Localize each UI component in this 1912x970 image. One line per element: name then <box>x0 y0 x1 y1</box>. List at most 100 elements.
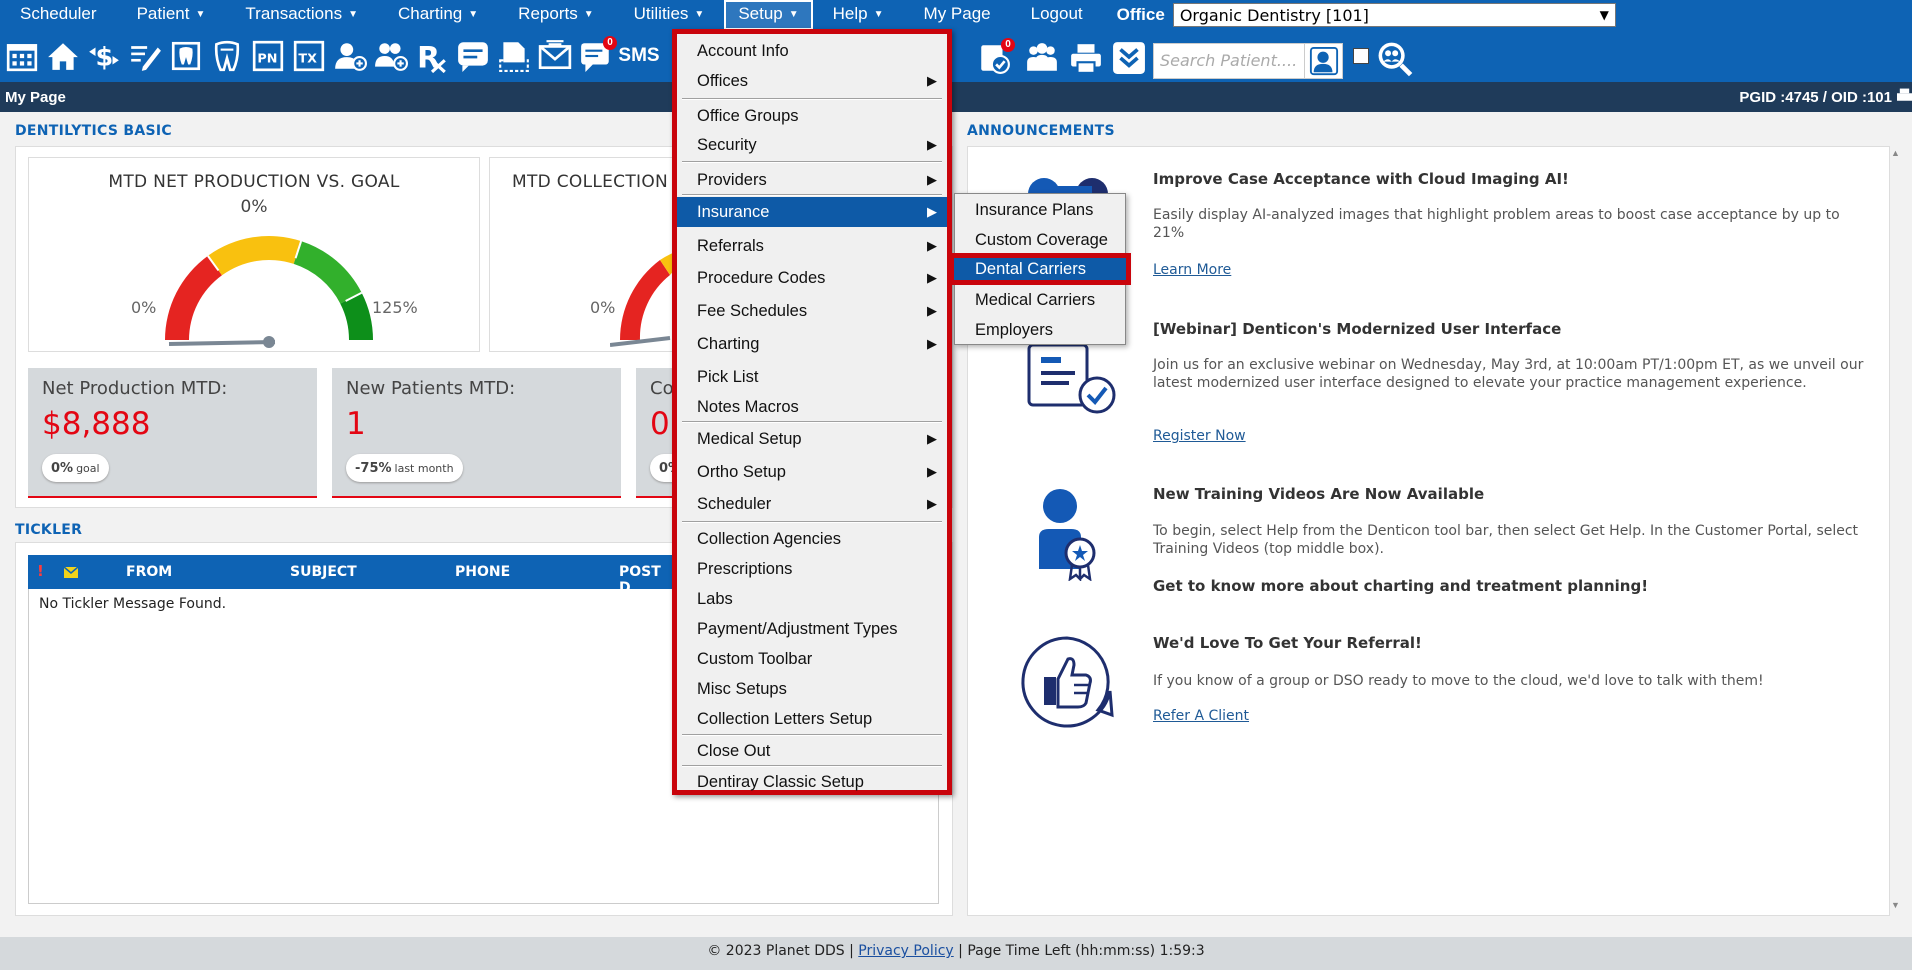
setup-item-pick-list[interactable]: Pick List <box>677 362 947 392</box>
insurance-item-dental-carriers[interactable]: Dental Carriers <box>949 253 1131 285</box>
setup-item-referrals[interactable]: Referrals ▶ <box>677 231 947 261</box>
add-family-icon[interactable] <box>373 36 409 76</box>
scroll-up-icon[interactable]: ▲ <box>1891 148 1912 158</box>
menu-logout[interactable]: Logout <box>1011 0 1103 30</box>
setup-item-procedure-codes[interactable]: Procedure Codes ▶ <box>677 263 947 293</box>
register-now-link[interactable]: Register Now <box>1153 428 1246 444</box>
add-patient-icon[interactable] <box>332 36 368 76</box>
dentilytics-section-title: DENTILYTICS BASIC <box>15 123 172 139</box>
edit-notes-icon[interactable] <box>127 36 163 76</box>
setup-item-payment-adjustment-types[interactable]: Payment/Adjustment Types <box>677 614 947 644</box>
messages-badge: 0 <box>603 36 617 50</box>
setup-item-offices[interactable]: Offices ▶ <box>677 66 947 96</box>
chevron-right-icon: ▶ <box>927 137 937 152</box>
menu-setup[interactable]: Setup ▼ <box>724 0 813 30</box>
kpi-pill: 0% <box>650 454 672 482</box>
home-icon[interactable] <box>45 36 81 76</box>
svg-text:PN: PN <box>257 51 277 66</box>
dollar-transfer-icon[interactable]: $ <box>86 36 122 76</box>
gauge-percentage: 0% <box>240 197 268 217</box>
printer-icon[interactable] <box>1068 38 1104 78</box>
announcement-body: Join us for an exclusive webinar on Wedn… <box>1153 357 1864 391</box>
mail-icon[interactable] <box>537 36 573 76</box>
menu-reports[interactable]: Reports ▼ <box>498 0 613 30</box>
tickler-section-title: TICKLER <box>15 522 83 538</box>
tooth-icon[interactable] <box>209 36 245 76</box>
setup-item-close-out[interactable]: Close Out <box>677 736 947 766</box>
toolbar: $ PN TX R 0 SMS 0 Search Patient.... <box>0 30 1912 82</box>
kpi-value: 0 <box>650 406 670 442</box>
setup-item-office-groups[interactable]: Office Groups <box>677 101 947 131</box>
advanced-search-icon[interactable] <box>1375 39 1413 82</box>
menu-utilities[interactable]: Utilities ▼ <box>614 0 725 30</box>
progress-notes-icon[interactable]: PN <box>250 36 286 76</box>
menu-transactions[interactable]: Transactions ▼ <box>225 0 378 30</box>
clipboard-badge: 0 <box>1001 38 1015 52</box>
messages-icon[interactable]: 0 <box>578 36 617 76</box>
group-users-icon[interactable] <box>1024 38 1060 78</box>
chevron-down-icon: ▼ <box>788 9 799 20</box>
setup-item-collection-agencies[interactable]: Collection Agencies <box>677 524 947 554</box>
setup-item-fee-schedules[interactable]: Fee Schedules ▶ <box>677 296 947 326</box>
setup-item-labs[interactable]: Labs <box>677 584 947 614</box>
search-checkbox[interactable] <box>1353 47 1369 64</box>
column-from[interactable]: FROM <box>126 564 172 580</box>
announcement-body: If you know of a group or DSO ready to m… <box>1153 673 1764 689</box>
search-user-icon <box>1309 46 1338 75</box>
announcements-section-title: ANNOUNCEMENTS <box>967 123 1115 139</box>
setup-item-collection-letters-setup[interactable]: Collection Letters Setup <box>677 704 947 734</box>
menu-scheduler[interactable]: Scheduler <box>0 0 117 30</box>
kpi-label: Co <box>650 378 672 399</box>
menu-charting[interactable]: Charting ▼ <box>378 0 498 30</box>
setup-item-misc-setups[interactable]: Misc Setups <box>677 674 947 704</box>
chevron-right-icon: ▶ <box>927 238 937 253</box>
privacy-policy-link[interactable]: Privacy Policy <box>858 943 953 959</box>
setup-item-insurance[interactable]: Insurance ▶ <box>677 197 947 227</box>
column-phone[interactable]: PHONE <box>455 564 510 580</box>
prescription-icon[interactable]: R <box>414 36 450 76</box>
refer-client-link[interactable]: Refer A Client <box>1153 708 1249 724</box>
notes-icon[interactable] <box>455 36 491 76</box>
setup-item-providers[interactable]: Providers ▶ <box>677 165 947 195</box>
insurance-item-custom-coverage[interactable]: Custom Coverage <box>955 226 1125 254</box>
checklist-icon <box>1025 343 1120 420</box>
setup-item-prescriptions[interactable]: Prescriptions <box>677 554 947 584</box>
chevron-right-icon: ▶ <box>927 464 937 479</box>
setup-item-account-info[interactable]: Account Info <box>677 36 947 66</box>
tooth-chart-icon[interactable] <box>168 36 204 76</box>
clipboard-check-icon[interactable]: 0 <box>976 38 1015 78</box>
setup-item-ortho-setup[interactable]: Ortho Setup ▶ <box>677 457 947 487</box>
calendar-icon[interactable] <box>4 36 40 76</box>
setup-item-charting[interactable]: Charting ▶ <box>677 329 947 359</box>
insurance-item-insurance-plans[interactable]: Insurance Plans <box>955 196 1125 224</box>
insurance-item-medical-carriers[interactable]: Medical Carriers <box>955 286 1125 314</box>
setup-item-notes-macros[interactable]: Notes Macros <box>677 392 947 422</box>
training-award-icon <box>1037 489 1102 586</box>
office-label: Office <box>1116 5 1165 24</box>
print-forms-icon[interactable] <box>496 36 532 76</box>
announcement-body: To begin, select Help from the Denticon … <box>1153 523 1859 557</box>
setup-item-custom-toolbar[interactable]: Custom Toolbar <box>677 644 947 674</box>
menu-my-page[interactable]: My Page <box>904 0 1011 30</box>
patient-search-button[interactable] <box>1305 42 1343 79</box>
column-post-date[interactable]: POST D <box>619 564 672 596</box>
footer-time-left: | Page Time Left (hh:mm:ss) 1:59:3 <box>953 943 1205 959</box>
gauge-min-label: 0% <box>590 298 616 317</box>
insurance-item-employers[interactable]: Employers <box>955 316 1125 344</box>
scroll-down-icon[interactable]: ▼ <box>1891 900 1912 910</box>
setup-item-dentiray-classic-setup[interactable]: Dentiray Classic Setup <box>677 767 947 797</box>
setup-item-security[interactable]: Security ▶ <box>677 130 947 160</box>
office-select[interactable]: Organic Dentistry [101] ▼ <box>1172 3 1616 27</box>
setup-item-scheduler[interactable]: Scheduler ▶ <box>677 489 947 519</box>
menu-help[interactable]: Help ▼ <box>813 0 904 30</box>
menu-separator <box>682 521 942 523</box>
setup-item-medical-setup[interactable]: Medical Setup ▶ <box>677 424 947 454</box>
patient-search-input[interactable]: Search Patient.... <box>1153 42 1305 79</box>
sms-icon[interactable]: SMS <box>618 36 659 76</box>
column-subject[interactable]: SUBJECT <box>290 564 357 580</box>
menu-patient[interactable]: Patient ▼ <box>117 0 226 30</box>
learn-more-link[interactable]: Learn More <box>1153 262 1231 278</box>
chevrons-down-icon[interactable] <box>1111 38 1147 78</box>
treatment-icon[interactable]: TX <box>291 36 327 76</box>
print-icon[interactable] <box>1897 88 1912 106</box>
